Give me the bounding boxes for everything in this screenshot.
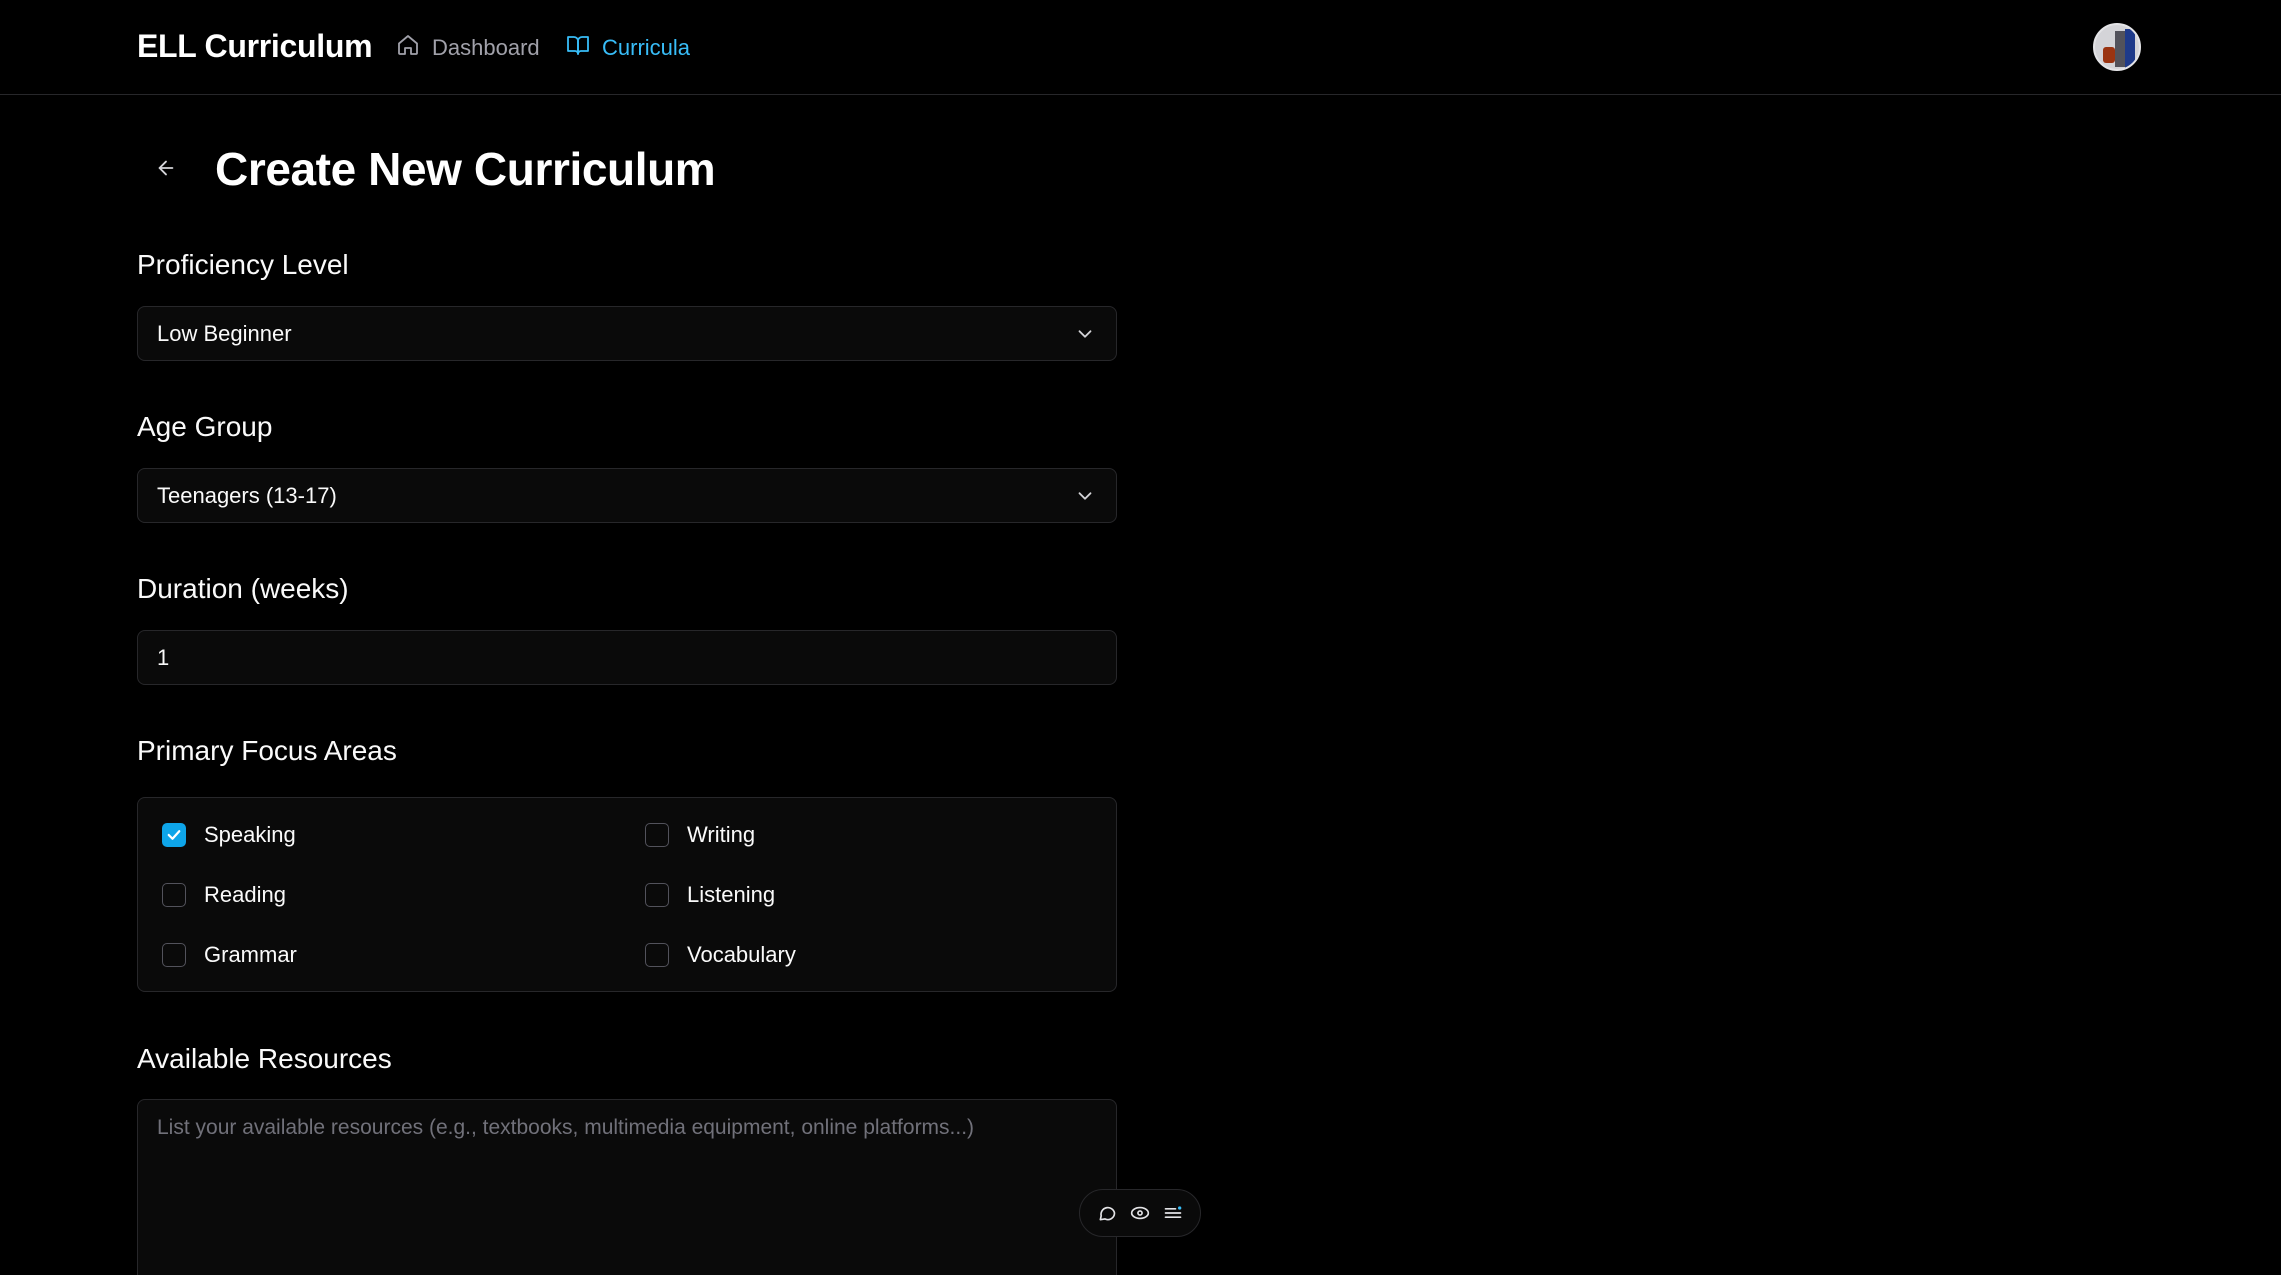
resources-label: Available Resources: [137, 1043, 392, 1074]
nav-link-dashboard[interactable]: Dashboard: [396, 33, 540, 63]
checkbox[interactable]: [162, 943, 186, 967]
checkbox[interactable]: [645, 943, 669, 967]
proficiency-value: Low Beginner: [157, 320, 292, 346]
checkbox[interactable]: [645, 883, 669, 907]
duration-label: Duration (weeks): [137, 573, 349, 604]
arrow-left-icon: [155, 157, 177, 184]
age-group-select[interactable]: Teenagers (13-17): [137, 468, 1117, 523]
focus-areas-label: Primary Focus Areas: [137, 735, 397, 766]
page-title: Create New Curriculum: [215, 143, 716, 195]
chevron-down-icon: [1074, 485, 1096, 507]
age-group-label: Age Group: [137, 411, 273, 442]
resources-placeholder: List your available resources (e.g., tex…: [157, 1116, 975, 1139]
check-icon: [167, 830, 181, 840]
checkbox-label: Writing: [687, 822, 756, 847]
list-icon[interactable]: [1161, 1201, 1185, 1225]
chevron-down-icon: [1074, 323, 1096, 345]
checkbox-label: Listening: [687, 882, 776, 907]
checkbox-label: Reading: [204, 882, 286, 907]
comment-icon[interactable]: [1095, 1201, 1119, 1225]
checkbox-checked[interactable]: [162, 823, 186, 847]
checkbox-label: Vocabulary: [687, 942, 796, 967]
resources-textarea[interactable]: List your available resources (e.g., tex…: [137, 1099, 1117, 1275]
proficiency-label: Proficiency Level: [137, 249, 349, 280]
brand-title[interactable]: ELL Curriculum: [137, 28, 373, 65]
proficiency-select[interactable]: Low Beginner: [137, 306, 1117, 361]
focus-option-vocabulary[interactable]: Vocabulary: [645, 942, 796, 968]
focus-option-listening[interactable]: Listening: [645, 882, 775, 908]
book-open-icon: [566, 33, 590, 63]
nav-link-label: Curricula: [602, 35, 691, 60]
duration-input[interactable]: 1: [137, 630, 1117, 685]
checkbox[interactable]: [645, 823, 669, 847]
floating-toolbar: [1079, 1189, 1201, 1237]
checkbox[interactable]: [162, 883, 186, 907]
checkbox-label: Grammar: [204, 942, 297, 967]
age-group-value: Teenagers (13-17): [157, 482, 337, 508]
top-navbar: ELL Curriculum Dashboard Curricula: [0, 0, 2281, 95]
back-button[interactable]: [146, 150, 186, 190]
home-icon: [396, 33, 420, 63]
eye-icon[interactable]: [1128, 1201, 1152, 1225]
focus-option-reading[interactable]: Reading: [162, 882, 286, 908]
duration-value: 1: [157, 644, 170, 670]
nav-link-label: Dashboard: [432, 35, 540, 60]
avatar[interactable]: [2093, 23, 2141, 71]
focus-option-writing[interactable]: Writing: [645, 822, 755, 848]
focus-areas-panel: Speaking Writing Reading Listening Gramm…: [137, 797, 1117, 992]
focus-option-speaking[interactable]: Speaking: [162, 822, 296, 848]
checkbox-label: Speaking: [204, 822, 296, 847]
focus-option-grammar[interactable]: Grammar: [162, 942, 297, 968]
nav-link-curricula[interactable]: Curricula: [566, 33, 690, 63]
